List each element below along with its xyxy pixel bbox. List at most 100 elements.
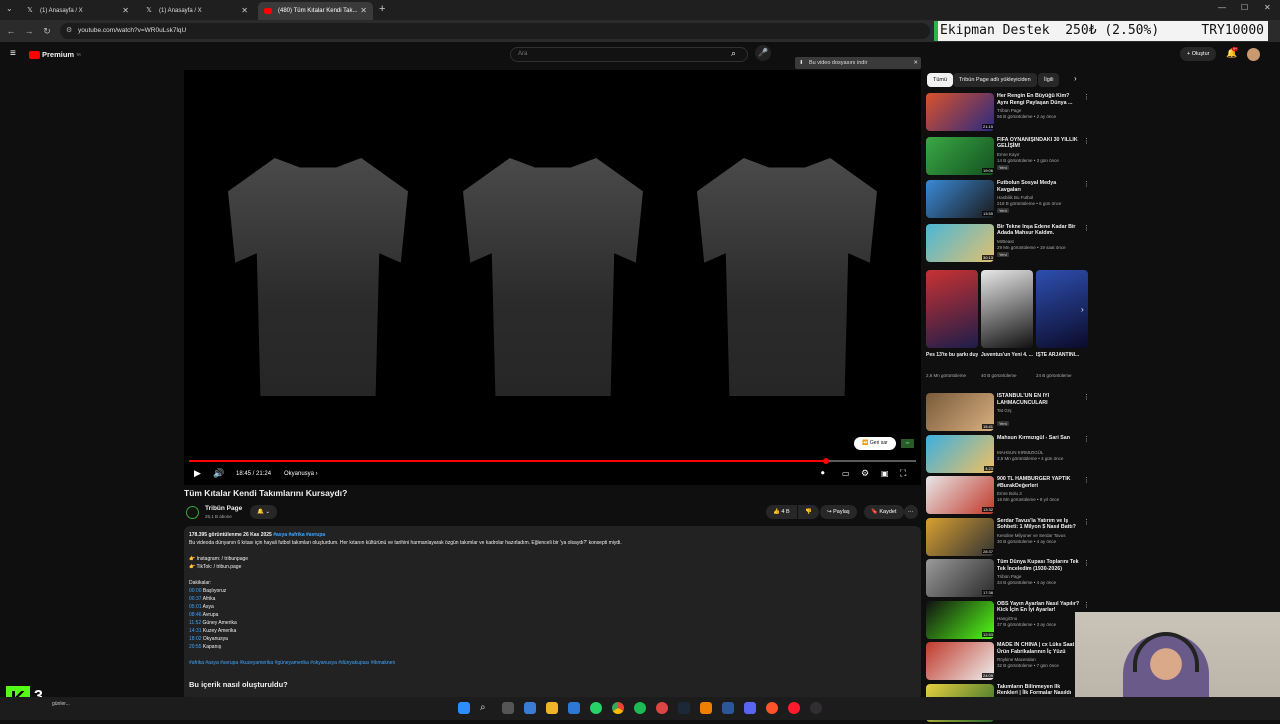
create-button[interactable]: + Oluştur <box>1180 47 1217 61</box>
related-video[interactable]: 12:53 OBS Yayın Ayarları Nasıl Yapılır? K… <box>926 600 1090 641</box>
more-options-icon[interactable]: ⋮ <box>1083 601 1090 609</box>
chapter-timestamp[interactable]: 14:31 <box>189 628 202 634</box>
site-info-icon[interactable]: ⚙ <box>66 23 72 39</box>
more-options-icon[interactable]: ⋮ <box>1083 93 1090 101</box>
instagram-link[interactable]: Instagram: / tribunpage <box>197 556 248 562</box>
fullscreen-icon[interactable]: ⛶ <box>900 468 906 479</box>
related-video[interactable]: 24:09 MADE IN CHINA | cx Lüks Saat Ürün F… <box>926 642 1090 682</box>
new-tab-button[interactable]: + <box>379 3 385 15</box>
description-hashtags[interactable]: #afrika #asya #avrupa #kuzeyamerika #gün… <box>189 660 395 666</box>
chapter-5[interactable]: 14:31 Kuzey Amerika <box>189 628 236 634</box>
chapter-timestamp[interactable]: 11:52 <box>189 620 201 626</box>
related-video[interactable]: 19:06 FIFA OYNANIŞINDAKİ 30 YILLIK GELİŞİ… <box>926 136 1090 177</box>
browser-tab-1[interactable]: 𝕏 (1) Anasayfa / X ✕ <box>20 2 135 20</box>
download-banner[interactable]: ⬇ Bu video dosyasını indir ✕ <box>795 57 921 69</box>
miniplayer-icon[interactable]: ▣ <box>881 469 889 478</box>
more-actions-button[interactable]: ⋯ <box>904 505 918 519</box>
more-options-icon[interactable]: ⋮ <box>1083 435 1090 443</box>
inline-hashtags[interactable]: #asya #afrika #avrupa <box>273 532 325 538</box>
related-video-title[interactable]: İSTANBUL'UN EN İYİ LAHMACUNCULARI <box>997 393 1081 406</box>
url-input[interactable]: ⚙ youtube.com/watch?v=WR0uLsk7lqU <box>60 23 930 39</box>
dislike-button[interactable]: 👎 <box>798 505 819 519</box>
forward-icon[interactable]: → <box>22 24 36 38</box>
news-widget[interactable]: günler... <box>52 701 70 707</box>
short-thumbnail-2[interactable] <box>981 270 1033 348</box>
search-icon[interactable]: ⌕ <box>731 48 736 59</box>
search-input[interactable]: Ara <box>510 47 748 62</box>
related-video-title[interactable]: OBS Yayın Ayarları Nasıl Yapılır? Kick İ… <box>997 601 1081 614</box>
chrome-icon[interactable] <box>612 702 624 714</box>
microphone-icon[interactable]: 🎤 <box>755 45 771 61</box>
search-icon[interactable]: ⌕ <box>480 702 492 714</box>
related-video-title[interactable]: MADE IN CHINA | cx Lüks Saat Ürün Fabrik… <box>997 642 1081 655</box>
close-window-button[interactable]: ✕ <box>1264 3 1271 12</box>
tiktok-line[interactable]: 👉 TikTok: / tribun.page <box>189 564 241 570</box>
related-video-channel[interactable]: Emre Bolu 3 <box>997 491 1022 496</box>
related-video-channel[interactable]: Röykine Maceraları <box>997 657 1036 662</box>
close-icon[interactable]: ✕ <box>913 57 918 69</box>
chapter-timestamp[interactable]: 18:02 <box>189 636 202 642</box>
menu-icon[interactable]: ≡ <box>10 48 16 59</box>
subtitles-icon[interactable]: ▭ <box>842 469 850 478</box>
chapter-label[interactable]: Okyanusya › <box>284 471 318 477</box>
related-video-title[interactable]: Serdar Tavus'la Yatırım ve İş Sohbeti: 1… <box>997 518 1081 531</box>
browser-tab-3[interactable]: (480) Tüm Kıtalar Kendi Tak... ✕ <box>258 2 373 20</box>
chip-related[interactable]: İlgili <box>1038 73 1060 87</box>
related-video[interactable]: 30:13 Bir Tekne İnşa Edene Kadar Bir Adad… <box>926 223 1090 264</box>
more-options-icon[interactable]: ⋮ <box>1083 224 1090 232</box>
related-video-title[interactable]: Her Rengin En Büyüğü Kim? Aynı Rengi Pay… <box>997 93 1081 106</box>
chip-all[interactable]: Tümü <box>927 73 954 87</box>
windows-start-icon[interactable] <box>458 702 470 714</box>
maximize-button[interactable]: ☐ <box>1241 3 1248 12</box>
store-icon[interactable] <box>568 702 580 714</box>
related-video-channel[interactable]: Tribün Page <box>997 574 1021 579</box>
close-icon[interactable]: ✕ <box>360 2 367 20</box>
related-video-channel[interactable]: Tribün Page <box>997 108 1021 113</box>
browser-tab-2[interactable]: 𝕏 (1) Anasayfa / X ✕ <box>139 2 254 20</box>
chapter-4[interactable]: 11:52 Güney Amerika <box>189 620 237 626</box>
related-video-channel[interactable]: Kendine Milyoner ve Serdar Tavus <box>997 533 1065 538</box>
related-video-title[interactable]: FIFA OYNANIŞINDAKİ 30 YILLIK GELİŞİM! <box>997 137 1081 150</box>
app-icon-1[interactable] <box>656 702 668 714</box>
short-title-1[interactable]: Pes 13'te bu şarkı duymu... <box>926 352 978 358</box>
brave-icon[interactable] <box>766 702 778 714</box>
instagram-line[interactable]: 👉 Instagram: / tribunpage <box>189 556 248 562</box>
progress-bar[interactable] <box>189 458 916 464</box>
related-video-title[interactable]: Mahsun Kırmızıgül - Sari San <box>997 435 1081 442</box>
autoplay-toggle[interactable]: ⏺ <box>821 470 825 478</box>
chapter-timestamp[interactable]: 08:46 <box>189 612 202 618</box>
widgets-icon[interactable] <box>524 702 536 714</box>
related-video[interactable]: 13:55 Futbolun Sosyal Medya Kavgaları Hasb… <box>926 180 1090 220</box>
settings-icon[interactable]: ⚙ <box>861 468 869 479</box>
like-button[interactable]: 👍 4 B <box>766 505 797 519</box>
task-view-icon[interactable] <box>502 702 514 714</box>
related-video-channel[interactable]: MrBeast <box>997 239 1014 244</box>
chapter-timestamp[interactable]: 00:00 <box>189 588 202 594</box>
short-title-2[interactable]: Juventus'un Yeni 4. ... <box>981 352 1033 358</box>
subscribe-bell-button[interactable]: 🔔 ⌄ <box>250 505 277 519</box>
skip-back-button[interactable]: ⏪ Geri sar <box>854 437 896 450</box>
chapter-3[interactable]: 08:46 Avrupa <box>189 612 218 618</box>
chapter-6[interactable]: 18:02 Okyanusya <box>189 636 228 642</box>
obs-icon[interactable] <box>810 702 822 714</box>
related-video-title[interactable]: Bir Tekne İnşa Edene Kadar Bir Adada Mah… <box>997 224 1081 237</box>
related-video[interactable]: 17:38 Tüm Dünya Kupası Toplarını Tek Tek … <box>926 559 1090 599</box>
related-video-title[interactable]: Futbolun Sosyal Medya Kavgaları <box>997 180 1081 193</box>
minimize-button[interactable]: — <box>1218 3 1226 12</box>
app-icon-2[interactable] <box>722 702 734 714</box>
related-video-channel[interactable]: HangiOnu <box>997 616 1017 621</box>
chip-uploader[interactable]: Tribün Page adlı yükleyiciden <box>953 73 1037 87</box>
close-icon[interactable]: ✕ <box>241 2 248 20</box>
channel-name[interactable]: Tribün Page <box>205 505 242 512</box>
short-title-3[interactable]: İŞTE ARJANTİNİ... <box>1036 352 1088 358</box>
share-button[interactable]: ↪ Paylaş <box>820 505 857 519</box>
chapter-timestamp[interactable]: 05:01 <box>189 604 202 610</box>
short-thumbnail-1[interactable] <box>926 270 978 348</box>
play-button[interactable]: ▶ <box>194 468 201 479</box>
back-icon[interactable]: ← <box>4 24 18 38</box>
file-explorer-icon[interactable] <box>546 702 558 714</box>
save-button[interactable]: 🔖 Kaydet <box>864 505 904 519</box>
volume-icon[interactable]: 🔊 <box>213 468 224 479</box>
shorts-next-icon[interactable]: › <box>1081 305 1084 314</box>
chapter-7[interactable]: 20:55 Kapanış <box>189 644 221 650</box>
